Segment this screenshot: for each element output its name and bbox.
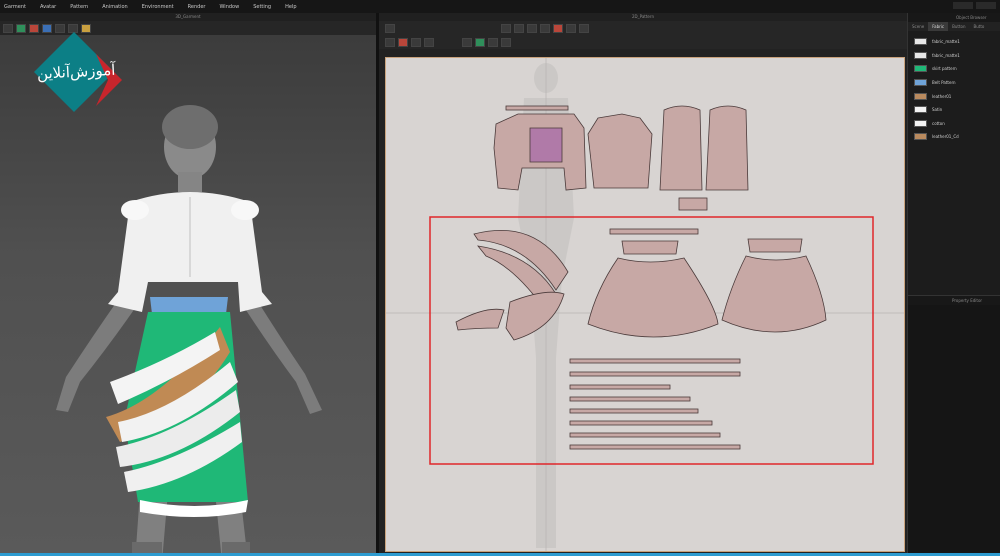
maximize-button[interactable] bbox=[976, 2, 996, 9]
fabric-name: leather01 bbox=[932, 93, 952, 99]
fabric-swatch bbox=[914, 133, 927, 141]
avatar-hair bbox=[162, 105, 218, 149]
menu-garment[interactable]: Garment bbox=[4, 4, 26, 10]
fabric-swatch bbox=[914, 51, 927, 59]
fabric-item[interactable]: fabric_matte1 bbox=[914, 49, 994, 63]
fabric-name: Satin bbox=[932, 107, 943, 113]
transform-button[interactable] bbox=[501, 23, 511, 33]
property-editor-title: Property Editor bbox=[908, 296, 1000, 305]
free-sewing-button[interactable] bbox=[398, 37, 408, 47]
fabric-item[interactable]: cotton bbox=[914, 117, 994, 131]
object-browser: Object Browser Scene Fabric Button Butto… bbox=[907, 13, 1000, 556]
menu-window[interactable]: Window bbox=[219, 4, 239, 10]
zoom-button[interactable] bbox=[488, 37, 498, 47]
avatar-left-arm bbox=[242, 297, 322, 414]
segment-sewing-button[interactable] bbox=[385, 37, 395, 47]
piece-ruffle-small-1[interactable] bbox=[455, 308, 505, 331]
fabric-swatch bbox=[914, 119, 927, 127]
2d-pattern-window: 2D_Pattern bbox=[379, 13, 907, 556]
tab-fabric[interactable]: Fabric bbox=[928, 22, 949, 31]
piece-sleeve-2[interactable] bbox=[705, 105, 749, 191]
pin-button[interactable] bbox=[475, 37, 485, 47]
menu-bar: Garment Avatar Pattern Animation Environ… bbox=[0, 0, 1000, 13]
internal-line-button[interactable] bbox=[579, 23, 589, 33]
strip-6[interactable] bbox=[569, 420, 713, 426]
menu-environment[interactable]: Environment bbox=[142, 4, 174, 10]
blouse-puff-sleeve-left bbox=[231, 200, 259, 220]
piece-sleeve-1[interactable] bbox=[659, 105, 703, 191]
tab-button[interactable]: Button bbox=[948, 22, 969, 31]
piece-bodice-center-panel[interactable] bbox=[529, 127, 563, 163]
fabric-swatch bbox=[914, 65, 927, 73]
fabric-item[interactable]: skirt pattern bbox=[914, 62, 994, 76]
circle-button[interactable] bbox=[566, 23, 576, 33]
strip-5[interactable] bbox=[569, 408, 699, 414]
fabric-swatch bbox=[914, 106, 927, 114]
fit-button[interactable] bbox=[501, 37, 511, 47]
tab-buttonhole[interactable]: Butto bbox=[970, 22, 989, 31]
strip-2[interactable] bbox=[569, 371, 741, 377]
piece-skirt-back-yoke[interactable] bbox=[747, 238, 803, 253]
minimize-button[interactable] bbox=[953, 2, 973, 9]
fabric-name: skirt pattern bbox=[932, 66, 957, 72]
strip-3[interactable] bbox=[569, 384, 671, 390]
2d-toolbar-bottom bbox=[379, 35, 907, 49]
piece-skirt-back[interactable] bbox=[721, 255, 827, 333]
object-browser-title: Object Browser bbox=[908, 13, 1000, 22]
strip-1[interactable] bbox=[569, 358, 741, 364]
curve-button[interactable] bbox=[527, 23, 537, 33]
2d-toolbar-top bbox=[379, 21, 907, 35]
fabric-item[interactable]: fabric_matte1 bbox=[914, 35, 994, 49]
strip-4[interactable] bbox=[569, 396, 691, 402]
fabric-swatch bbox=[914, 38, 927, 46]
fabric-name: Belt Pattern bbox=[932, 80, 956, 86]
menu-render[interactable]: Render bbox=[188, 4, 206, 10]
piece-bodice-back[interactable] bbox=[587, 113, 653, 189]
property-editor: Property Editor bbox=[908, 295, 1000, 556]
menu-animation[interactable]: Animation bbox=[102, 4, 128, 10]
piece-belt[interactable] bbox=[609, 228, 699, 235]
menu-pattern[interactable]: Pattern bbox=[70, 4, 88, 10]
fabric-swatch bbox=[914, 92, 927, 100]
belt bbox=[150, 297, 228, 314]
menu-help[interactable]: Help bbox=[285, 4, 296, 10]
check-sewing-button[interactable] bbox=[462, 37, 472, 47]
fabric-list: fabric_matte1 fabric_matte1 skirt patter… bbox=[908, 31, 1000, 148]
object-browser-tabs: Scene Fabric Button Butto bbox=[908, 22, 1000, 31]
fabric-name: fabric_matte1 bbox=[932, 39, 960, 45]
strip-8[interactable] bbox=[569, 444, 741, 450]
logo-text: آموزش‌آنلاین bbox=[36, 60, 116, 83]
piece-skirt-front-yoke[interactable] bbox=[621, 240, 679, 255]
fabric-item[interactable]: Belt Pattern bbox=[914, 76, 994, 90]
fold-button[interactable] bbox=[424, 37, 434, 47]
polygon-button[interactable] bbox=[553, 23, 563, 33]
tab-scene[interactable]: Scene bbox=[908, 22, 928, 31]
fabric-name: cotton bbox=[932, 120, 945, 126]
2d-viewport-title: 2D_Pattern bbox=[379, 13, 907, 21]
3d-viewport-title: 3D_Garment bbox=[0, 13, 376, 21]
fabric-item[interactable]: leather01_Cd bbox=[914, 130, 994, 144]
fabric-item[interactable]: leather01 bbox=[914, 89, 994, 103]
edit-pattern-button[interactable] bbox=[385, 23, 395, 33]
piece-cuff[interactable] bbox=[678, 197, 708, 211]
strip-7[interactable] bbox=[569, 432, 721, 438]
fabric-name: leather01_Cd bbox=[932, 134, 959, 140]
window-controls bbox=[953, 2, 996, 9]
menu-setting[interactable]: Setting bbox=[253, 4, 271, 10]
ruffle-strips bbox=[569, 358, 741, 450]
piece-waistband-top[interactable] bbox=[505, 105, 569, 111]
blouse-puff-sleeve-right bbox=[121, 200, 149, 220]
point-button[interactable] bbox=[514, 23, 524, 33]
fabric-swatch bbox=[914, 79, 927, 87]
pattern-canvas[interactable] bbox=[385, 57, 905, 552]
rectangle-button[interactable] bbox=[540, 23, 550, 33]
pattern-pieces bbox=[386, 58, 904, 551]
fabric-name: fabric_matte1 bbox=[932, 52, 960, 58]
menu-avatar[interactable]: Avatar bbox=[40, 4, 56, 10]
piece-skirt-front[interactable] bbox=[587, 257, 719, 338]
dart-button[interactable] bbox=[411, 37, 421, 47]
fabric-item[interactable]: Satin bbox=[914, 103, 994, 117]
avatar-neck bbox=[178, 172, 202, 192]
skirt-pieces bbox=[455, 228, 827, 341]
